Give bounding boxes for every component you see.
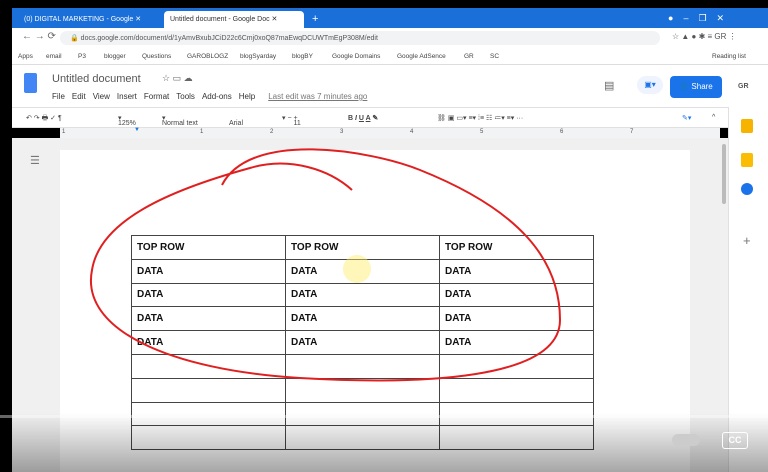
cursor-highlight xyxy=(343,255,371,283)
video-controls: CC xyxy=(0,413,768,472)
captions-button[interactable]: CC xyxy=(722,432,748,449)
video-progress-bar[interactable] xyxy=(0,415,768,418)
red-annotation-circle xyxy=(89,148,562,382)
autoplay-toggle[interactable] xyxy=(672,434,700,446)
annotation-stroke xyxy=(89,148,562,382)
